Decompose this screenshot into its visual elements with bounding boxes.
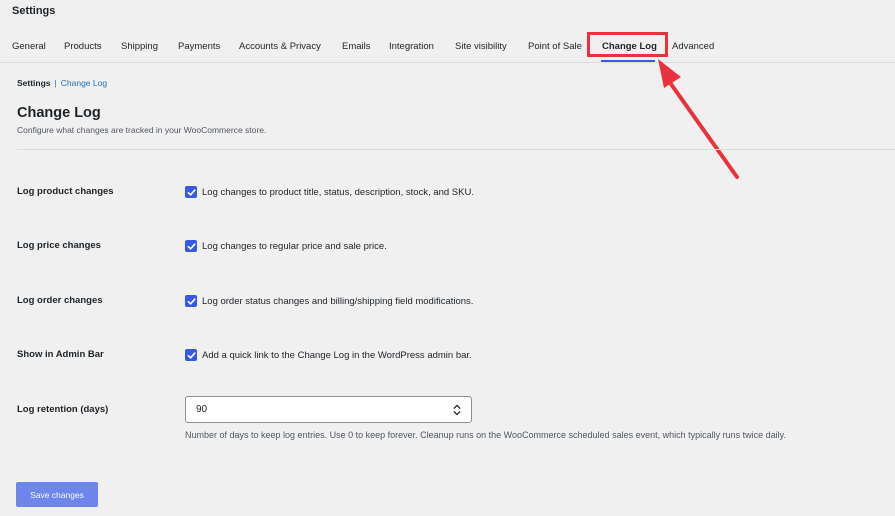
tab-shipping[interactable]: Shipping [121, 36, 158, 58]
setting-label-price-changes: Log price changes [17, 240, 101, 251]
breadcrumb-current: Settings [17, 78, 51, 88]
save-button[interactable]: Save changes [16, 482, 98, 507]
tab-payments[interactable]: Payments [178, 36, 220, 58]
tab-emails[interactable]: Emails [342, 36, 371, 58]
setting-label-log-retention: Log retention (days) [17, 404, 109, 415]
setting-admin-bar[interactable]: Add a quick link to the Change Log in th… [185, 349, 472, 361]
section-divider [17, 149, 895, 150]
section-title: Change Log [17, 105, 101, 121]
checkbox-price-changes[interactable] [185, 240, 197, 252]
tab-integration[interactable]: Integration [389, 36, 434, 58]
setting-price-changes[interactable]: Log changes to regular price and sale pr… [185, 240, 387, 252]
tab-point-of-sale[interactable]: Point of Sale [528, 36, 582, 58]
setting-label-admin-bar: Show in Admin Bar [17, 349, 104, 360]
checkbox-label-admin-bar: Add a quick link to the Change Log in th… [202, 349, 472, 361]
section-description: Configure what changes are tracked in yo… [17, 125, 267, 135]
log-retention-help: Number of days to keep log entries. Use … [185, 430, 786, 440]
checkbox-admin-bar[interactable] [185, 349, 197, 361]
tab-general[interactable]: General [12, 36, 46, 58]
log-retention-input[interactable]: 90 [185, 396, 472, 423]
log-retention-value: 90 [196, 404, 208, 415]
page-title: Settings [12, 5, 56, 17]
checkbox-label-order-changes: Log order status changes and billing/shi… [202, 295, 474, 307]
checkbox-order-changes[interactable] [185, 295, 197, 307]
checkmark-icon [187, 242, 196, 250]
breadcrumb: Settings | Change Log [17, 78, 107, 88]
settings-tabs: General Products Shipping Payments Accou… [0, 36, 895, 63]
breadcrumb-link[interactable]: Change Log [61, 78, 107, 88]
setting-product-changes[interactable]: Log changes to product title, status, de… [185, 186, 474, 198]
setting-label-product-changes: Log product changes [17, 186, 114, 197]
checkmark-icon [187, 188, 196, 196]
chevron-up-down-icon[interactable] [453, 404, 461, 416]
setting-order-changes[interactable]: Log order status changes and billing/shi… [185, 295, 473, 307]
tab-products[interactable]: Products [64, 36, 102, 58]
breadcrumb-separator: | [54, 78, 57, 88]
checkbox-product-changes[interactable] [185, 186, 197, 198]
checkmark-icon [187, 297, 196, 305]
arrow-icon [658, 59, 739, 179]
annotation-highlight-box [587, 32, 668, 57]
checkbox-label-product-changes: Log changes to product title, status, de… [202, 186, 474, 198]
tab-site-visibility[interactable]: Site visibility [455, 36, 507, 58]
checkmark-icon [187, 351, 196, 359]
checkbox-label-price-changes: Log changes to regular price and sale pr… [202, 240, 387, 252]
setting-label-order-changes: Log order changes [17, 295, 103, 306]
tab-accounts-privacy[interactable]: Accounts & Privacy [239, 36, 321, 58]
